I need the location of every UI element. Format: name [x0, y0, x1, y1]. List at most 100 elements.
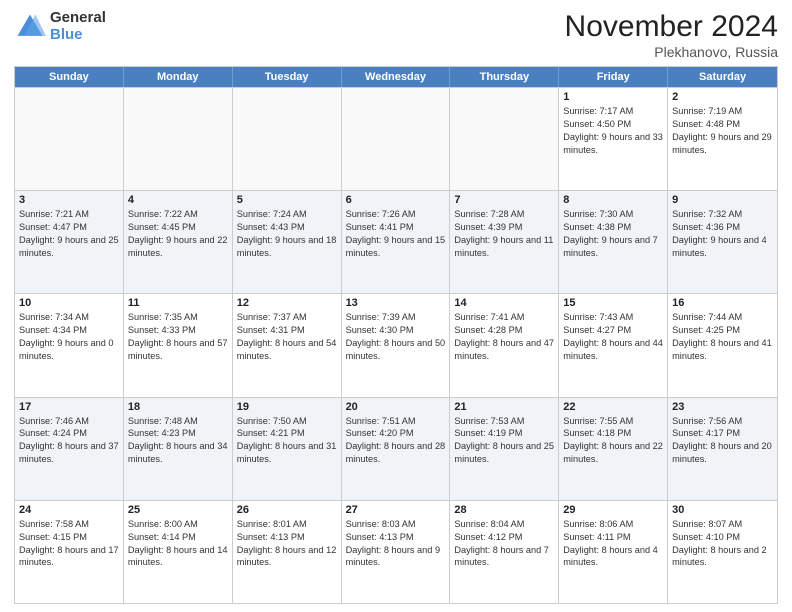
day-number: 27	[346, 504, 446, 516]
calendar-cell: 30 Sunrise: 8:07 AMSunset: 4:10 PMDayligh…	[668, 501, 777, 603]
day-number: 1	[563, 91, 663, 103]
calendar-row-1: 3Sunrise: 7:21 AMSunset: 4:47 PMDaylight…	[15, 190, 777, 293]
calendar-cell: 23 Sunrise: 7:56 AMSunset: 4:17 PMDayligh…	[668, 398, 777, 500]
day-number: 9	[672, 194, 773, 206]
calendar-cell: 10Sunrise: 7:34 AMSunset: 4:34 PMDayligh…	[15, 294, 124, 396]
day-info: Sunrise: 7:53 AMSunset: 4:19 PMDaylight:…	[454, 415, 554, 467]
header-day-wednesday: Wednesday	[342, 67, 451, 87]
header-day-sunday: Sunday	[15, 67, 124, 87]
calendar-cell: 29Sunrise: 8:06 AMSunset: 4:11 PMDayligh…	[559, 501, 668, 603]
header-day-friday: Friday	[559, 67, 668, 87]
day-number: 20	[346, 401, 446, 413]
calendar-cell: 14Sunrise: 7:41 AMSunset: 4:28 PMDayligh…	[450, 294, 559, 396]
day-info: Sunrise: 7:58 AMSunset: 4:15 PMDaylight:…	[19, 518, 119, 570]
day-number: 29	[563, 504, 663, 516]
day-info: Sunrise: 7:46 AMSunset: 4:24 PMDaylight:…	[19, 415, 119, 467]
header-day-tuesday: Tuesday	[233, 67, 342, 87]
day-number: 10	[19, 297, 119, 309]
day-info: Sunrise: 7:22 AMSunset: 4:45 PMDaylight:…	[128, 208, 228, 260]
day-number: 7	[454, 194, 554, 206]
calendar-cell: 4 Sunrise: 7:22 AMSunset: 4:45 PMDaylight…	[124, 191, 233, 293]
calendar-cell: 11Sunrise: 7:35 AMSunset: 4:33 PMDayligh…	[124, 294, 233, 396]
day-number: 13	[346, 297, 446, 309]
calendar-cell	[233, 88, 342, 190]
day-info: Sunrise: 7:44 AMSunset: 4:25 PMDaylight:…	[672, 311, 773, 363]
calendar-cell: 18 Sunrise: 7:48 AMSunset: 4:23 PMDayligh…	[124, 398, 233, 500]
calendar-cell: 1 Sunrise: 7:17 AMSunset: 4:50 PMDaylight…	[559, 88, 668, 190]
calendar-cell: 16 Sunrise: 7:44 AMSunset: 4:25 PMDayligh…	[668, 294, 777, 396]
day-info: Sunrise: 7:30 AMSunset: 4:38 PMDaylight:…	[563, 208, 663, 260]
day-number: 30	[672, 504, 773, 516]
calendar-cell	[124, 88, 233, 190]
logo: General Blue	[14, 10, 106, 43]
day-number: 15	[563, 297, 663, 309]
calendar-cell: 5 Sunrise: 7:24 AMSunset: 4:43 PMDaylight…	[233, 191, 342, 293]
calendar-cell: 7 Sunrise: 7:28 AMSunset: 4:39 PMDaylight…	[450, 191, 559, 293]
calendar-cell: 24Sunrise: 7:58 AMSunset: 4:15 PMDayligh…	[15, 501, 124, 603]
day-info: Sunrise: 7:43 AMSunset: 4:27 PMDaylight:…	[563, 311, 663, 363]
calendar-cell: 8 Sunrise: 7:30 AMSunset: 4:38 PMDaylight…	[559, 191, 668, 293]
calendar-cell: 22Sunrise: 7:55 AMSunset: 4:18 PMDayligh…	[559, 398, 668, 500]
calendar-row-4: 24Sunrise: 7:58 AMSunset: 4:15 PMDayligh…	[15, 500, 777, 603]
day-info: Sunrise: 7:50 AMSunset: 4:21 PMDaylight:…	[237, 415, 337, 467]
calendar-cell: 12 Sunrise: 7:37 AMSunset: 4:31 PMDayligh…	[233, 294, 342, 396]
day-info: Sunrise: 8:03 AMSunset: 4:13 PMDaylight:…	[346, 518, 446, 570]
calendar-cell: 19 Sunrise: 7:50 AMSunset: 4:21 PMDayligh…	[233, 398, 342, 500]
day-info: Sunrise: 7:32 AMSunset: 4:36 PMDaylight:…	[672, 208, 773, 260]
header: General Blue November 2024 Plekhanovo, R…	[14, 10, 778, 60]
day-number: 8	[563, 194, 663, 206]
day-number: 2	[672, 91, 773, 103]
day-info: Sunrise: 7:24 AMSunset: 4:43 PMDaylight:…	[237, 208, 337, 260]
day-number: 18	[128, 401, 228, 413]
day-info: Sunrise: 7:51 AMSunset: 4:20 PMDaylight:…	[346, 415, 446, 467]
day-info: Sunrise: 7:28 AMSunset: 4:39 PMDaylight:…	[454, 208, 554, 260]
calendar-cell: 15 Sunrise: 7:43 AMSunset: 4:27 PMDayligh…	[559, 294, 668, 396]
day-number: 4	[128, 194, 228, 206]
logo-blue: Blue	[50, 27, 106, 44]
calendar-cell: 13 Sunrise: 7:39 AMSunset: 4:30 PMDayligh…	[342, 294, 451, 396]
calendar-cell: 26 Sunrise: 8:01 AMSunset: 4:13 PMDayligh…	[233, 501, 342, 603]
calendar-cell: 17 Sunrise: 7:46 AMSunset: 4:24 PMDayligh…	[15, 398, 124, 500]
day-info: Sunrise: 7:19 AMSunset: 4:48 PMDaylight:…	[672, 105, 773, 157]
title-block: November 2024 Plekhanovo, Russia	[565, 10, 778, 60]
day-info: Sunrise: 7:35 AMSunset: 4:33 PMDaylight:…	[128, 311, 228, 363]
calendar-cell	[15, 88, 124, 190]
day-number: 5	[237, 194, 337, 206]
location: Plekhanovo, Russia	[565, 44, 778, 60]
calendar-cell: 27 Sunrise: 8:03 AMSunset: 4:13 PMDayligh…	[342, 501, 451, 603]
logo-icon	[14, 11, 46, 43]
day-number: 12	[237, 297, 337, 309]
header-day-saturday: Saturday	[668, 67, 777, 87]
day-info: Sunrise: 7:37 AMSunset: 4:31 PMDaylight:…	[237, 311, 337, 363]
day-info: Sunrise: 8:04 AMSunset: 4:12 PMDaylight:…	[454, 518, 554, 570]
day-info: Sunrise: 7:17 AMSunset: 4:50 PMDaylight:…	[563, 105, 663, 157]
day-info: Sunrise: 8:07 AMSunset: 4:10 PMDaylight:…	[672, 518, 773, 570]
calendar-body: 1 Sunrise: 7:17 AMSunset: 4:50 PMDaylight…	[15, 87, 777, 603]
day-number: 6	[346, 194, 446, 206]
day-info: Sunrise: 8:01 AMSunset: 4:13 PMDaylight:…	[237, 518, 337, 570]
calendar-cell	[342, 88, 451, 190]
page: General Blue November 2024 Plekhanovo, R…	[0, 0, 792, 612]
day-number: 23	[672, 401, 773, 413]
calendar-cell: 25Sunrise: 8:00 AMSunset: 4:14 PMDayligh…	[124, 501, 233, 603]
day-info: Sunrise: 7:56 AMSunset: 4:17 PMDaylight:…	[672, 415, 773, 467]
logo-text: General Blue	[50, 10, 106, 43]
day-info: Sunrise: 7:41 AMSunset: 4:28 PMDaylight:…	[454, 311, 554, 363]
day-number: 19	[237, 401, 337, 413]
day-number: 17	[19, 401, 119, 413]
day-info: Sunrise: 8:00 AMSunset: 4:14 PMDaylight:…	[128, 518, 228, 570]
calendar-cell: 21 Sunrise: 7:53 AMSunset: 4:19 PMDayligh…	[450, 398, 559, 500]
calendar-row-2: 10Sunrise: 7:34 AMSunset: 4:34 PMDayligh…	[15, 293, 777, 396]
month-title: November 2024	[565, 10, 778, 44]
day-number: 16	[672, 297, 773, 309]
day-number: 26	[237, 504, 337, 516]
day-number: 21	[454, 401, 554, 413]
day-number: 28	[454, 504, 554, 516]
day-info: Sunrise: 7:39 AMSunset: 4:30 PMDaylight:…	[346, 311, 446, 363]
calendar-cell: 20 Sunrise: 7:51 AMSunset: 4:20 PMDayligh…	[342, 398, 451, 500]
calendar-cell	[450, 88, 559, 190]
calendar-cell: 28 Sunrise: 8:04 AMSunset: 4:12 PMDayligh…	[450, 501, 559, 603]
calendar-row-3: 17 Sunrise: 7:46 AMSunset: 4:24 PMDayligh…	[15, 397, 777, 500]
day-number: 3	[19, 194, 119, 206]
day-info: Sunrise: 7:48 AMSunset: 4:23 PMDaylight:…	[128, 415, 228, 467]
